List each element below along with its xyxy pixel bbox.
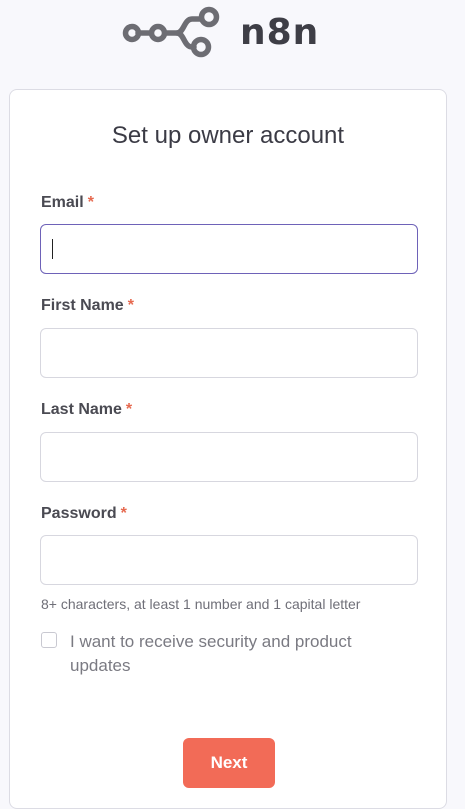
password-label-text: Password — [41, 505, 117, 522]
email-field[interactable] — [40, 224, 418, 274]
email-label: Email * — [41, 193, 94, 213]
n8n-logo-icon — [122, 6, 220, 58]
last-name-label-text: Last Name — [41, 401, 122, 418]
required-marker: * — [127, 297, 134, 314]
updates-checkbox[interactable] — [41, 632, 57, 648]
logo-wordmark: n8n — [240, 12, 320, 53]
first-name-field[interactable] — [40, 328, 418, 378]
first-name-label: First Name * — [41, 296, 134, 316]
updates-checkbox-label[interactable]: I want to receive security and product u… — [70, 630, 410, 678]
required-marker: * — [87, 194, 94, 211]
next-button[interactable]: Next — [183, 738, 275, 788]
text-caret — [52, 239, 53, 259]
page-title: Set up owner account — [111, 122, 345, 149]
password-field[interactable] — [40, 535, 418, 585]
last-name-field[interactable] — [40, 432, 418, 482]
n8n-logo: n8n — [122, 6, 319, 60]
email-label-text: Email — [41, 194, 84, 211]
password-hint: 8+ characters, at least 1 number and 1 c… — [41, 596, 361, 612]
setup-card: Set up owner account Email * First Name * … — [9, 89, 447, 809]
required-marker: * — [120, 505, 127, 522]
required-marker: * — [125, 401, 133, 418]
password-label: Password * — [41, 504, 127, 524]
first-name-label-text: First Name — [41, 297, 124, 314]
last-name-label: Last Name * — [41, 400, 132, 420]
